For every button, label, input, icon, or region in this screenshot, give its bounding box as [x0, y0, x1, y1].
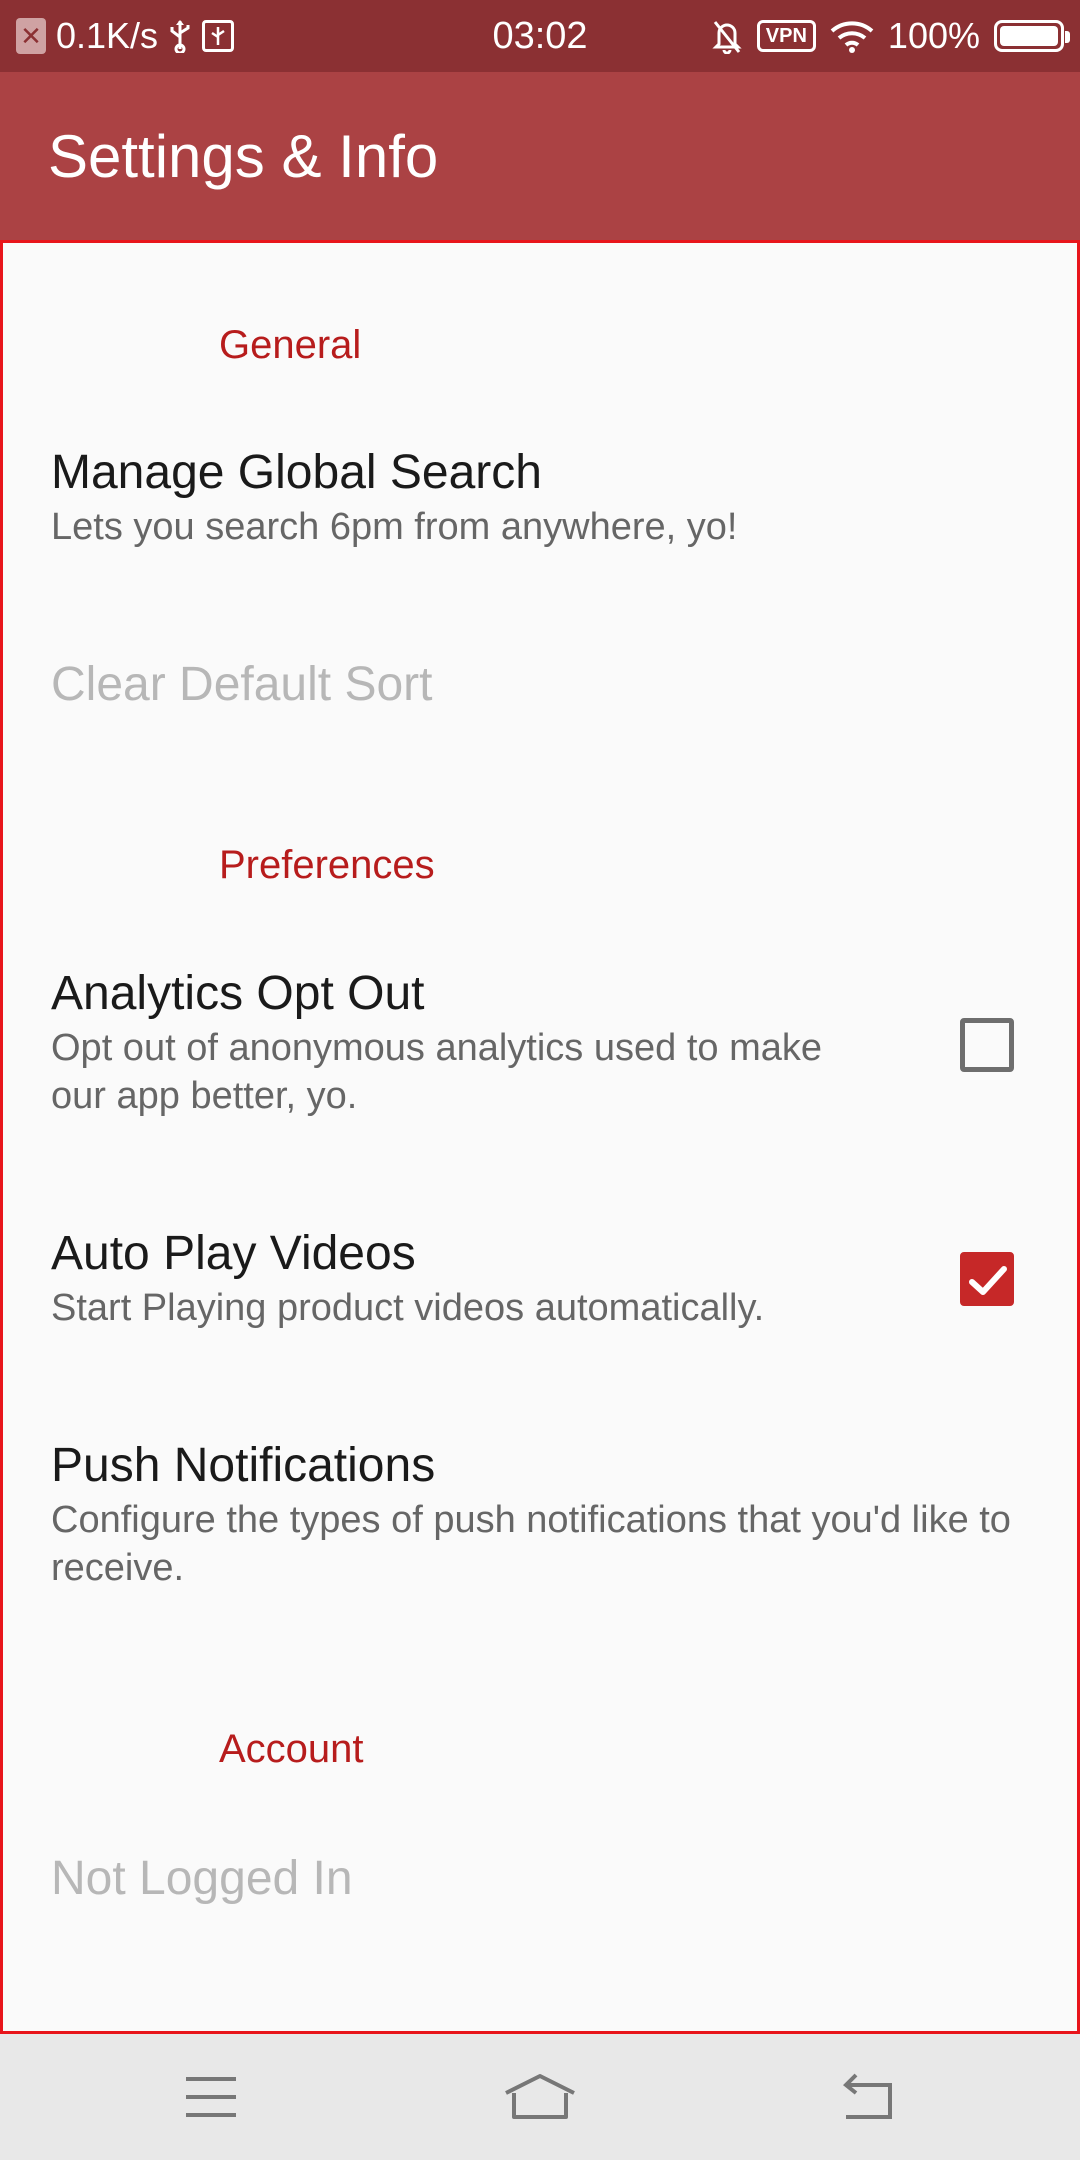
pref-push-notifications[interactable]: Push Notifications Configure the types o… — [51, 1438, 1041, 1592]
checkmark-icon — [969, 1266, 1007, 1295]
settings-list[interactable]: General Manage Global Search Lets you se… — [0, 240, 1080, 2034]
status-bar: ✕ 0.1K/s 03:02 VPN 100% — [0, 0, 1080, 72]
analytics-opt-out-checkbox[interactable] — [960, 1018, 1014, 1072]
status-bar-right: VPN 100% — [711, 0, 1070, 72]
notification-close-icon: ✕ — [16, 18, 46, 54]
pref-summary: Start Playing product videos automatical… — [51, 1287, 765, 1329]
pref-title: Analytics Opt Out — [51, 967, 425, 1020]
pref-title: Push Notifications — [51, 1439, 436, 1492]
auto-play-videos-checkbox[interactable] — [960, 1252, 1014, 1306]
pref-auto-play-videos[interactable]: Auto Play Videos Start Playing product v… — [51, 1226, 1041, 1332]
pref-login-status[interactable]: Not Logged In — [51, 1851, 1041, 1907]
battery-level — [1000, 26, 1058, 46]
pref-title: Auto Play Videos — [51, 1227, 416, 1280]
pref-manage-global-search[interactable]: Manage Global Search Lets you search 6pm… — [51, 445, 1041, 551]
home-button[interactable] — [480, 2034, 600, 2160]
app-bar: Settings & Info — [0, 72, 1080, 240]
usb-debug-icon — [202, 20, 235, 52]
pref-title: Clear Default Sort — [51, 658, 433, 711]
menu-button[interactable] — [151, 2034, 271, 2160]
pref-summary: Lets you search 6pm from anywhere, yo! — [51, 506, 738, 548]
page-title: Settings & Info — [48, 122, 439, 190]
navigation-bar — [0, 2034, 1080, 2160]
wifi-icon — [830, 19, 874, 53]
pref-title: Manage Global Search — [51, 446, 542, 499]
silent-bell-icon — [711, 18, 743, 54]
vpn-icon: VPN — [756, 20, 816, 52]
menu-icon — [186, 2077, 236, 2117]
battery-icon — [994, 20, 1070, 52]
battery-percent: 100% — [887, 15, 980, 56]
pref-analytics-opt-out[interactable]: Analytics Opt Out Opt out of anonymous a… — [51, 966, 1041, 1120]
category-general: General — [219, 323, 362, 367]
category-preferences: Preferences — [219, 843, 435, 887]
network-speed: 0.1K/s — [56, 15, 159, 56]
usb-icon — [168, 19, 192, 53]
home-icon — [505, 2074, 575, 2119]
back-button[interactable] — [808, 2034, 928, 2160]
pref-summary: Opt out of anonymous analytics used to m… — [51, 1027, 822, 1117]
pref-clear-default-sort[interactable]: Clear Default Sort — [51, 657, 1041, 713]
status-bar-left: ✕ 0.1K/s — [16, 0, 235, 72]
back-icon — [843, 2073, 892, 2119]
pref-summary: Configure the types of push notification… — [51, 1499, 1011, 1589]
pref-title: Not Logged In — [51, 1852, 353, 1905]
category-account: Account — [219, 1727, 364, 1771]
